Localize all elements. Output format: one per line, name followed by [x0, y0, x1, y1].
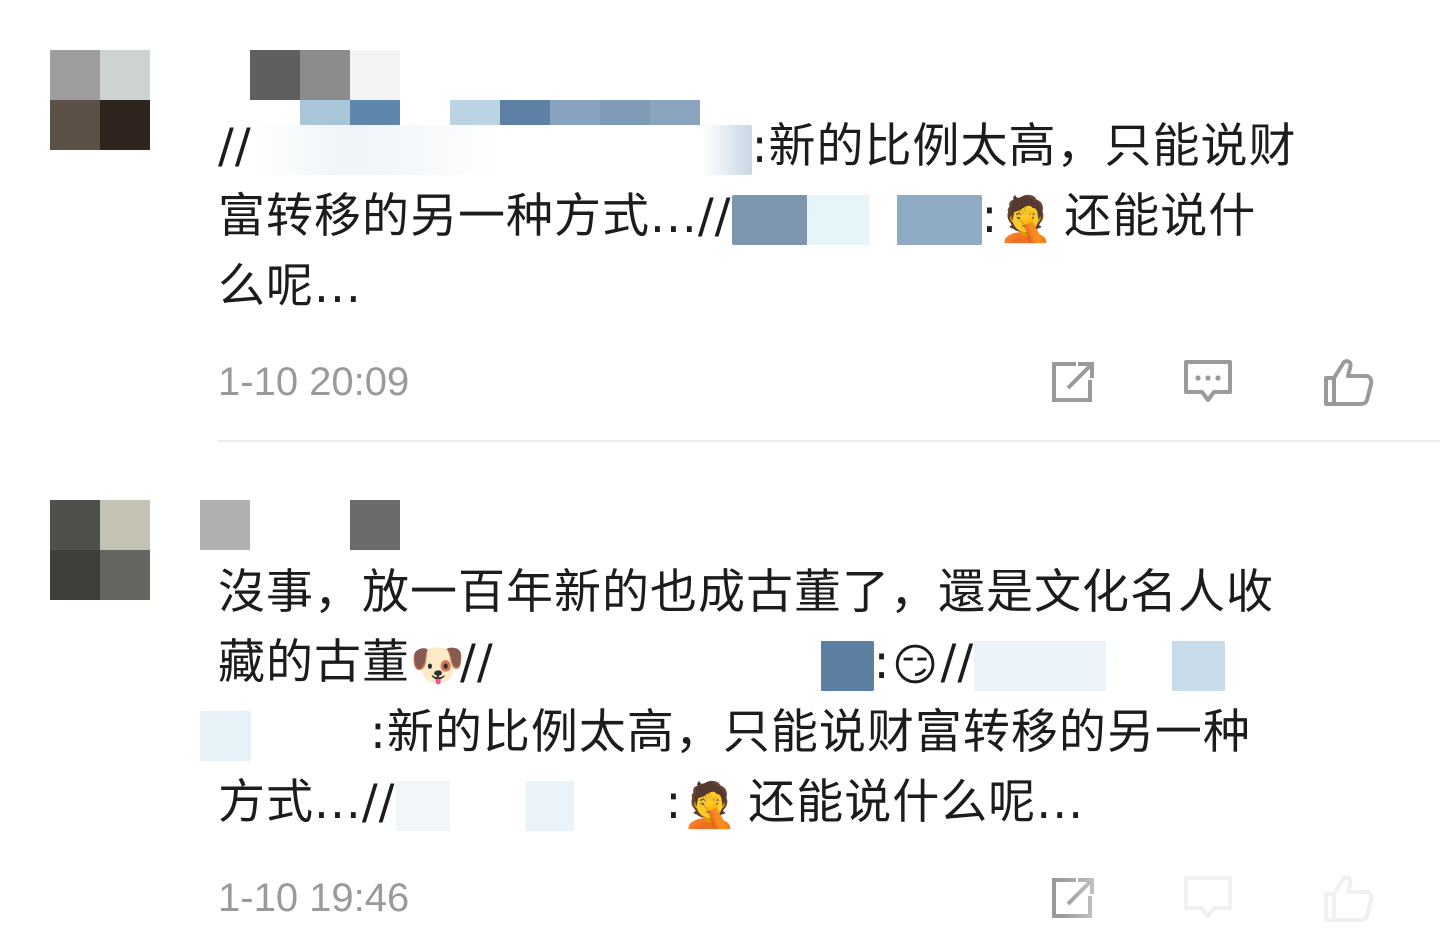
comment-line: 方式...//:🤦 还能说什么呢...: [218, 768, 1398, 838]
text-segment: //: [460, 635, 494, 690]
redacted-username[interactable]: [974, 640, 1305, 691]
username-redacted[interactable]: [200, 500, 400, 550]
redacted-username[interactable]: [251, 124, 752, 175]
text-segment: 沒事，放一百年新的也成古董了，還是文化名人收: [218, 565, 1274, 620]
redacted-username[interactable]: [200, 710, 370, 761]
text-segment: :新的比例太高，只能说财富转移的另一种: [370, 705, 1251, 760]
share-button[interactable]: [1046, 356, 1106, 408]
redacted-username[interactable]: [493, 640, 874, 691]
redacted-username[interactable]: [731, 194, 982, 245]
text-segment: :: [873, 635, 891, 690]
comment-line: :新的比例太高，只能说财富转移的另一种: [200, 698, 1398, 768]
comment-line: 沒事，放一百年新的也成古董了，還是文化名人收: [218, 558, 1398, 628]
text-segment: :新的比例太高，只能说财: [751, 119, 1297, 174]
reply-icon: [1184, 360, 1232, 402]
facepalm-emoji: 🤦: [998, 193, 1055, 245]
text-segment: 方式...//: [218, 775, 396, 830]
text-segment: :: [981, 189, 999, 244]
comment-line: 藏的古董🐶//:😏//: [218, 628, 1398, 698]
comment-line: 富转移的另一种方式...//:🤦 还能说什: [218, 182, 1398, 252]
text-segment: //: [940, 635, 975, 690]
avatar[interactable]: [50, 500, 150, 600]
text-segment: 么呢...: [218, 259, 362, 314]
doge-emoji: 🐶: [410, 639, 466, 691]
thumbs-up-icon: [1324, 359, 1374, 406]
watermark-overlay: [1060, 870, 1440, 940]
facepalm-emoji: 🤦: [682, 779, 739, 831]
comment-meta: 1-10 20:09: [218, 352, 1440, 412]
comment-text: // :新的比例太高，只能说财 富转移的另一种方式...//:🤦 还能说什 么呢.…: [218, 112, 1398, 322]
comment-line: // :新的比例太高，只能说财: [218, 112, 1398, 182]
smirk-emoji: 😏: [892, 639, 939, 691]
share-icon: [1052, 362, 1094, 402]
text-segment: :: [665, 775, 683, 830]
text-segment: 藏的古董: [218, 635, 410, 690]
timestamp: 1-10 19:46: [218, 876, 410, 920]
username-redacted[interactable]: [250, 50, 400, 100]
text-segment: 还能说什么呢...: [732, 775, 1085, 830]
comment-text: 沒事，放一百年新的也成古董了，還是文化名人收 藏的古董🐶//:😏// :新的比例…: [200, 558, 1398, 838]
comment-item: // :新的比例太高，只能说财 富转移的另一种方式...//:🤦 还能说什 么呢.…: [0, 0, 1440, 440]
like-button[interactable]: [1320, 356, 1380, 408]
timestamp: 1-10 20:09: [218, 360, 410, 404]
redacted-username[interactable]: [395, 780, 666, 831]
text-segment: 还能说什: [1048, 189, 1257, 244]
comment-line: 么呢...: [218, 252, 1398, 322]
text-segment: //: [218, 119, 252, 174]
reply-button[interactable]: [1180, 356, 1240, 408]
text-segment: 富转移的另一种方式...//: [218, 189, 732, 244]
avatar[interactable]: [50, 50, 150, 150]
